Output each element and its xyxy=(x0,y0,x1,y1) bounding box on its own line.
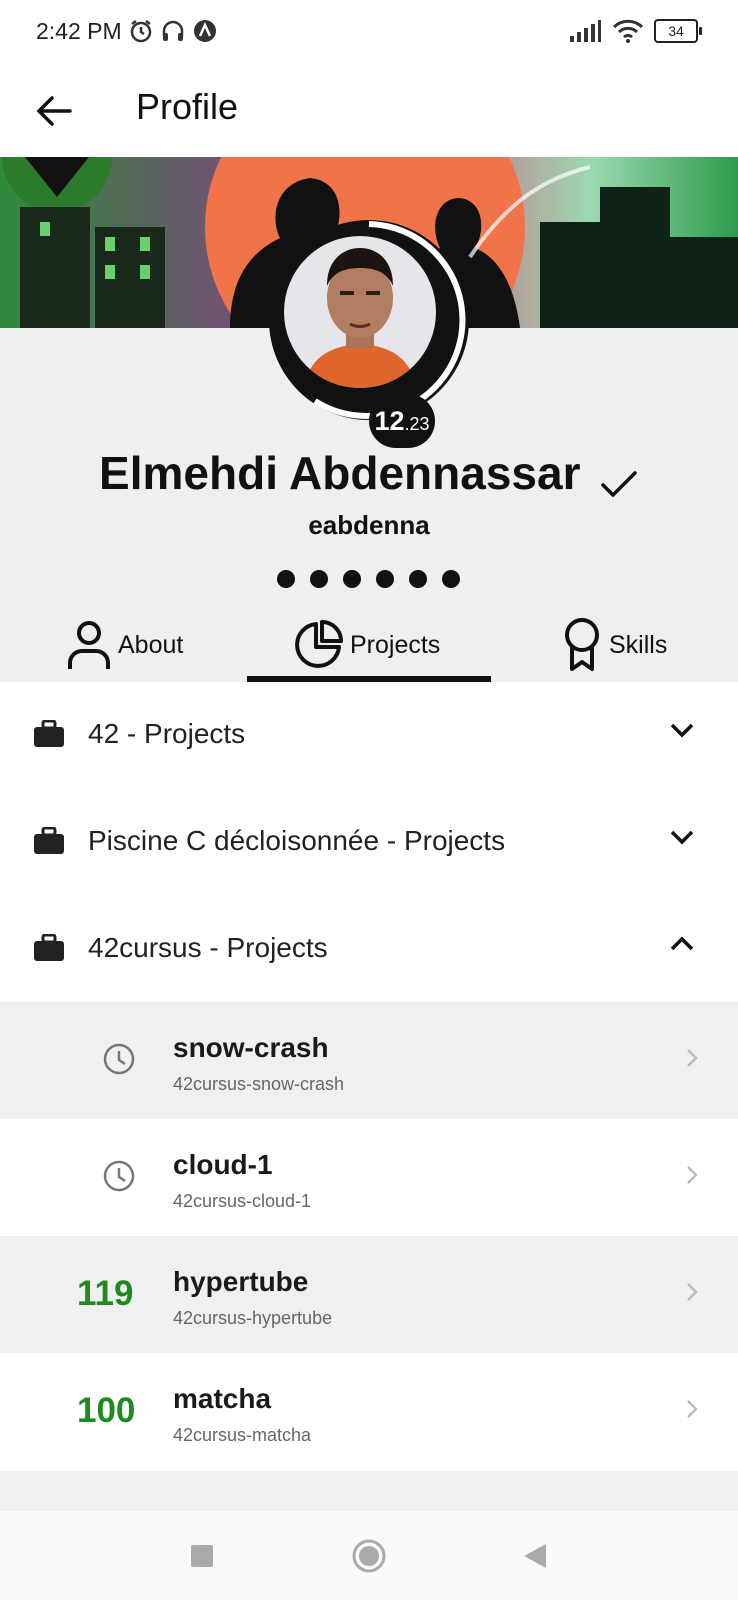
chevron-right-icon xyxy=(687,1283,698,1301)
dot xyxy=(376,570,394,588)
project-name: snow-crash xyxy=(173,1032,329,1063)
chevron-down-icon xyxy=(670,723,694,738)
briefcase-icon xyxy=(34,827,64,854)
chevron-right-icon xyxy=(687,1049,698,1067)
wifi-icon xyxy=(612,19,644,43)
recents-square-icon[interactable] xyxy=(190,1544,214,1568)
award-icon xyxy=(565,618,599,671)
headphones-icon xyxy=(162,20,184,41)
battery-indicator: 34 xyxy=(654,19,702,43)
section-piscine-projects[interactable]: Piscine C décloisonnée - Projects xyxy=(0,789,738,895)
status-icons-left xyxy=(128,18,218,44)
project-row-cloud-1[interactable]: cloud-1 42cursus-cloud-1 xyxy=(0,1119,738,1236)
section-42-projects[interactable]: 42 - Projects xyxy=(0,682,738,788)
project-slug: 42cursus-matcha xyxy=(173,1425,312,1445)
chevron-right-icon xyxy=(687,1400,698,1418)
person-icon xyxy=(68,621,110,669)
dot xyxy=(409,570,427,588)
project-slug: 42cursus-cloud-1 xyxy=(173,1191,312,1211)
list-footer xyxy=(0,1471,738,1511)
level-badge: 12.23 xyxy=(369,394,435,448)
project-score: 119 xyxy=(77,1274,134,1313)
status-icons-right: 34 xyxy=(568,18,702,44)
clock-icon xyxy=(103,1043,135,1075)
section-label: Piscine C décloisonnée - Projects xyxy=(88,825,506,856)
project-row-snow-crash[interactable]: snow-crash 42cursus-snow-crash xyxy=(0,1002,738,1119)
dot xyxy=(310,570,328,588)
profile-login: eabdenna xyxy=(308,510,430,540)
verified-check-icon xyxy=(601,471,637,497)
profile-name: Elmehdi Abdennassar xyxy=(99,447,581,499)
tab-label: Projects xyxy=(350,630,441,659)
profile-tabs: About Projects Skills xyxy=(0,610,738,682)
clock-icon xyxy=(103,1160,135,1192)
project-name: cloud-1 xyxy=(173,1149,273,1180)
system-nav-bar xyxy=(0,1511,738,1600)
section-42cursus-projects[interactable]: 42cursus - Projects xyxy=(0,896,738,1002)
pie-chart-icon xyxy=(295,620,343,668)
status-time: 2:42 PM xyxy=(36,18,122,44)
tab-label: Skills xyxy=(609,630,668,659)
chevron-right-icon xyxy=(687,1166,698,1184)
alarm-icon xyxy=(130,20,152,43)
tab-projects[interactable]: Projects xyxy=(292,610,440,680)
project-row-matcha[interactable]: 100 matcha 42cursus-matcha xyxy=(0,1353,738,1470)
project-name: matcha xyxy=(173,1383,272,1414)
project-score: 100 xyxy=(77,1391,136,1430)
home-circle-icon[interactable] xyxy=(351,1538,387,1574)
back-arrow-icon[interactable] xyxy=(30,86,80,136)
chevron-down-icon xyxy=(670,830,694,845)
chevron-up-icon xyxy=(670,936,694,951)
page-title: Profile xyxy=(136,86,239,127)
project-row-hypertube[interactable]: 119 hypertube 42cursus-hypertube xyxy=(0,1236,738,1353)
back-triangle-icon[interactable] xyxy=(522,1543,548,1569)
project-slug: 42cursus-snow-crash xyxy=(173,1074,345,1094)
avatar xyxy=(284,236,436,388)
level-decimal: .23 xyxy=(404,413,430,434)
tab-skills[interactable]: Skills xyxy=(561,610,667,680)
dot xyxy=(277,570,295,588)
project-name: hypertube xyxy=(173,1266,309,1297)
level-integer: 12 xyxy=(374,405,405,436)
app-notification-icon xyxy=(194,20,216,42)
status-bar: 2:42 PM 34 xyxy=(0,0,738,66)
project-slug: 42cursus-hypertube xyxy=(173,1308,333,1328)
section-label: 42 - Projects xyxy=(88,718,246,749)
app-bar: Profile xyxy=(0,66,738,158)
section-label: 42cursus - Projects xyxy=(88,932,328,963)
dot xyxy=(343,570,361,588)
tab-about[interactable]: About xyxy=(66,610,183,680)
dot xyxy=(442,570,460,588)
tab-label: About xyxy=(118,630,184,659)
password-dots xyxy=(277,570,460,588)
briefcase-icon xyxy=(34,934,64,961)
briefcase-icon xyxy=(34,720,64,747)
signal-icon xyxy=(570,20,601,42)
profile-name-row: Elmehdi Abdennassar xyxy=(0,446,738,505)
